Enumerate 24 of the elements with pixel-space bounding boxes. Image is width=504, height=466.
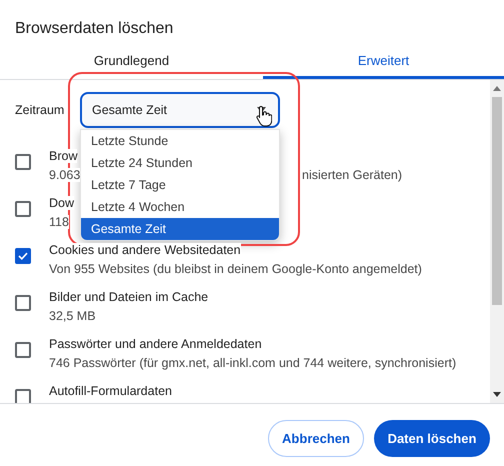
option-title: Brow [49,149,78,163]
tab[interactable]: Erweitert [263,44,504,79]
dropdown-option[interactable]: Letzte 4 Wochen [81,196,279,218]
option-detail: nisierten Geräten) [302,168,402,182]
option-detail: Von 955 Websites (du bleibst in deinem Google-Konto angemeldet) [49,262,422,276]
option-detail: 9.063 [49,168,80,182]
dropdown-option[interactable]: Gesamte Zeit [81,218,279,240]
delete-data-button[interactable]: Daten löschen [374,420,490,457]
option-title: Autofill-Formulardaten [49,384,172,398]
cancel-button[interactable]: Abbrechen [268,420,364,457]
tab[interactable]: Grundlegend [0,44,263,79]
option-detail: 746 Passwörter (für gmx.net, all-inkl.com und 744 weitere, synchronisiert) [49,356,456,370]
dropdown-option[interactable]: Letzte 24 Stunden [81,152,279,174]
dialog-title: Browserdaten löschen [15,20,174,38]
dropdown-option[interactable]: Letzte 7 Tage [81,174,279,196]
option-title: Bilder und Dateien im Cache [49,290,208,304]
option-detail: 118 [49,215,69,229]
time-range-select[interactable]: Gesamte Zeit [80,92,280,128]
option-detail: 32,5 MB [49,309,96,323]
option-title: Dow [49,196,74,210]
option-title: Cookies und andere Websitedaten [49,243,241,257]
option-title: Passwörter und andere Anmeldedaten [49,337,262,351]
dropdown-option[interactable]: Letzte Stunde [81,130,279,152]
time-range-label: Zeitraum [15,103,66,117]
